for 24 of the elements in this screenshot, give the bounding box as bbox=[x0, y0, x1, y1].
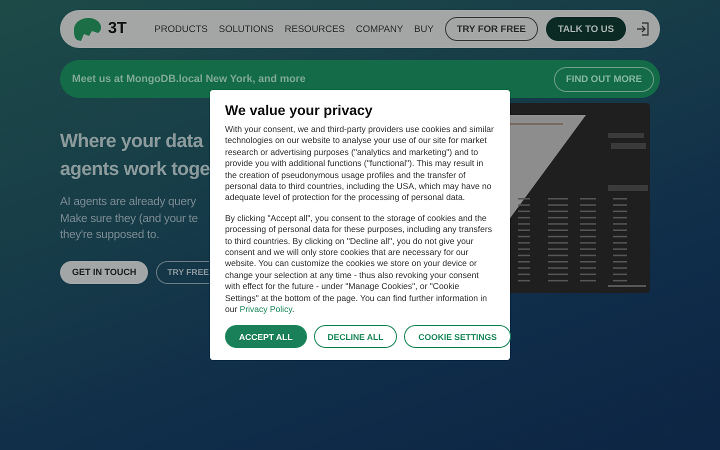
logo-text: 3T bbox=[108, 20, 127, 38]
hero-text: AI agents are already query bbox=[60, 195, 197, 210]
nav-link[interactable]: SOLUTIONS bbox=[218, 24, 274, 34]
try-for-free-button[interactable]: TRY FOR FREE bbox=[444, 17, 538, 41]
login-icon[interactable] bbox=[636, 22, 650, 36]
dialog-paragraph: By clicking "Accept all", you consent to the storage of cookies and the processing of personal data for these purposes, including any transfers to third countries. By clicking on "Decline all", you do not give your consent and we will only store cookies that are necessary for our website. You can customize the cookies we store on your device or change your selection at any time - thus also revoking your consent with effect for the future - under "Manage Cookies", or "Cookie Settings" at the bottom of the page. You can find further information in our Privacy Policy. bbox=[225, 212, 493, 316]
nav-link[interactable]: RESOURCES bbox=[284, 24, 345, 34]
nav-link[interactable]: PRODUCTS bbox=[154, 24, 208, 34]
dialog-title: We value your privacy bbox=[225, 102, 374, 118]
try-free-button[interactable]: TRY FREE bbox=[156, 260, 210, 284]
privacy-policy-link[interactable]: Privacy Policy bbox=[240, 304, 292, 314]
talk-to-us-button[interactable]: TALK TO US bbox=[546, 17, 626, 41]
hero-heading: Where your data bbox=[60, 130, 204, 154]
get-in-touch-button[interactable]: GET IN TOUCH bbox=[60, 260, 148, 284]
hero-text: Make sure they (and your te bbox=[60, 212, 199, 226]
cookie-button[interactable]: ACCEPT ALL bbox=[225, 325, 307, 348]
nav-link[interactable]: BUY bbox=[414, 24, 434, 34]
nav-link[interactable]: COMPANY bbox=[356, 24, 404, 34]
hero-heading: agents work toge bbox=[60, 158, 210, 182]
hero-text: they're supposed to. bbox=[60, 228, 160, 243]
cookie-button[interactable]: COOKIE SETTINGS bbox=[404, 325, 511, 348]
cookie-button[interactable]: DECLINE ALL bbox=[314, 325, 398, 348]
dialog-paragraph: With your consent, we and third-party providers use cookies and similar technologies on our website to analyse your use of our site for market research or advertising purposes ("analytics and marketing") and to provide you with additional functions ("functional"). This may result in the creation of pseudonymous usage profiles and the transfer of personal data to third countries, including the USA, which may have no adequate level of protection for the processing of personal data. bbox=[225, 124, 495, 204]
banner-text: Meet us at MongoDB.local New York, and more bbox=[72, 73, 306, 85]
